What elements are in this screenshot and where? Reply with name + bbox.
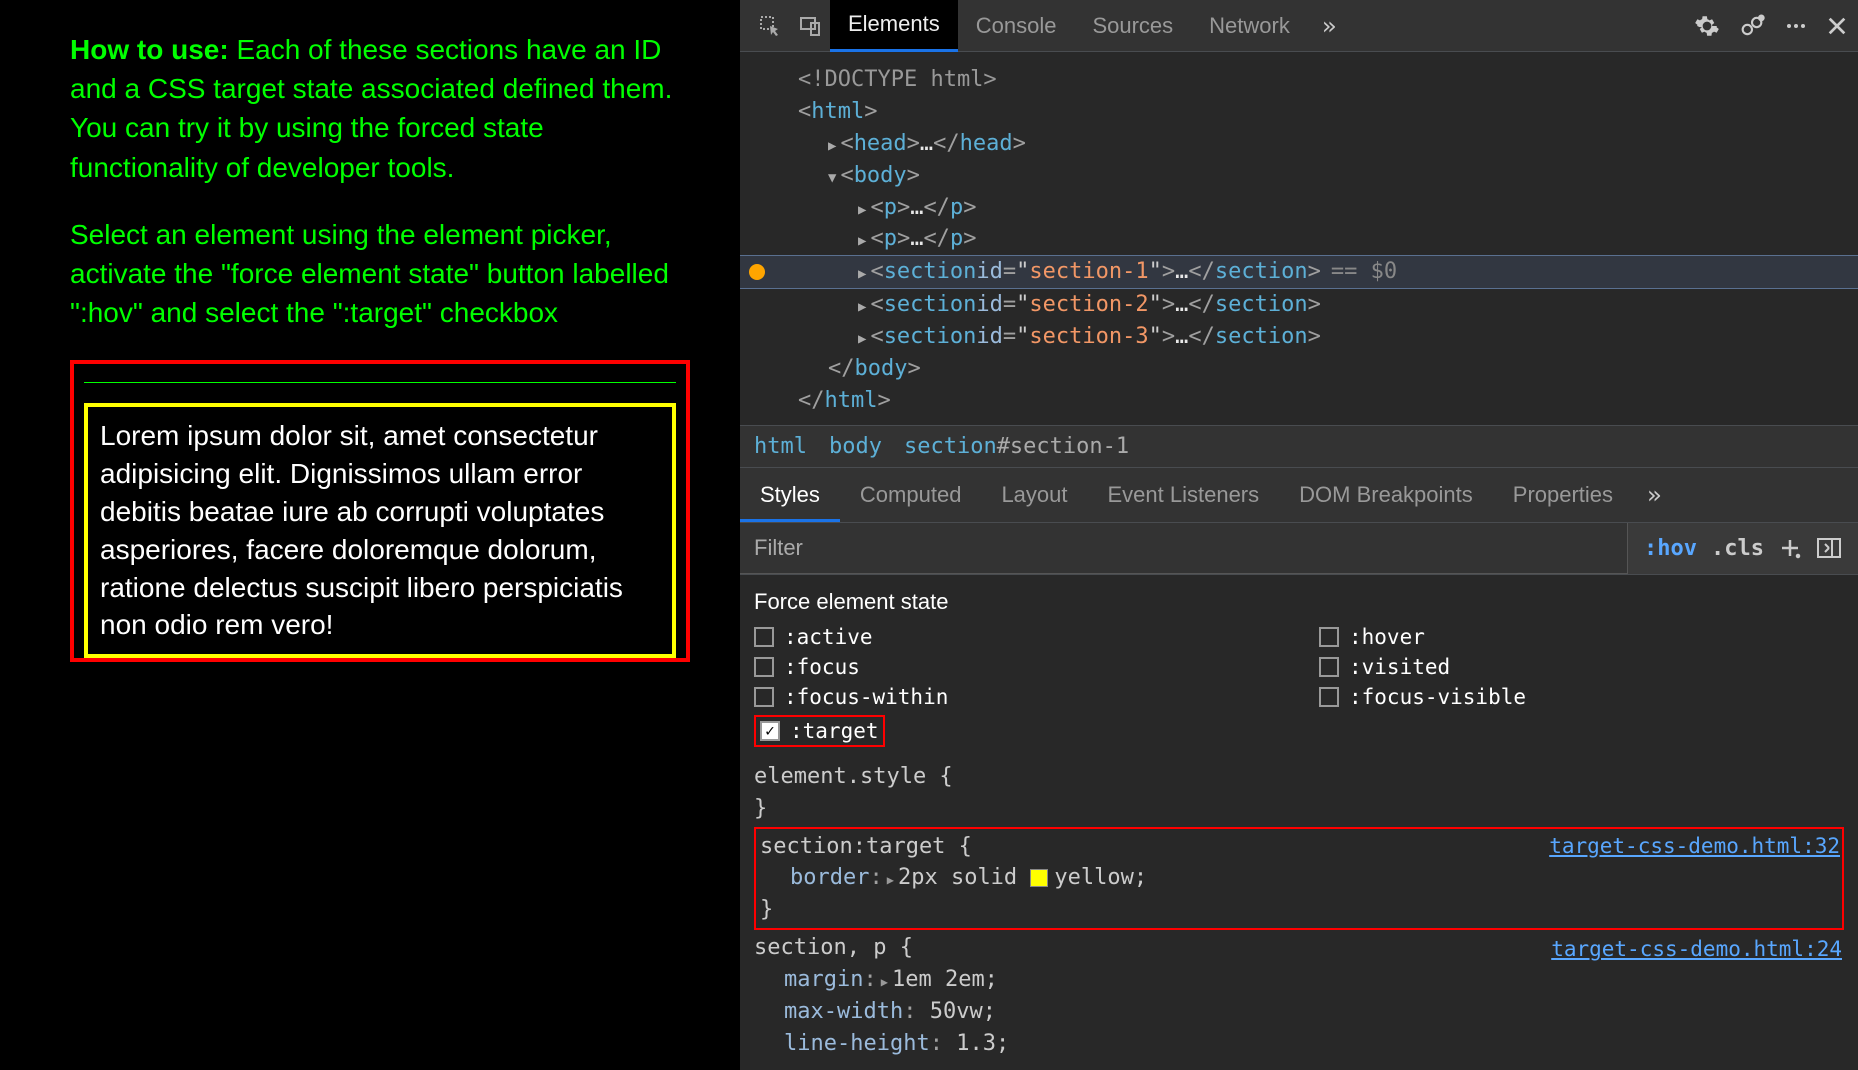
crumb-section[interactable]: section#section-1 (904, 434, 1129, 459)
inspect-element-icon[interactable] (750, 6, 790, 46)
dom-html-close[interactable]: </html> (740, 385, 1858, 417)
howto-paragraph: How to use: Each of these sections have … (70, 30, 690, 187)
dom-p1[interactable]: <p>…</p> (740, 192, 1858, 224)
toggle-element-state-hov[interactable]: :hov (1644, 536, 1697, 561)
devtools-header-right (1694, 12, 1848, 40)
checkbox-target-checked[interactable] (760, 721, 780, 741)
section-1-target-border: Lorem ipsum dolor sit, amet consectetur … (84, 403, 676, 658)
tab-console[interactable]: Console (958, 1, 1075, 51)
state-focus[interactable]: :focus (754, 655, 1279, 679)
dom-tree[interactable]: <!DOCTYPE html> <html> <head>…</head> <b… (740, 52, 1858, 425)
demo-page-panel: How to use: Each of these sections have … (0, 0, 740, 1070)
styles-filter-tools: :hov .cls (1628, 536, 1858, 561)
settings-gear-icon[interactable] (1694, 13, 1720, 39)
kebab-menu-icon[interactable] (1784, 14, 1808, 38)
section-target-rule-highlighted[interactable]: target-css-demo.html:32 section:target {… (754, 827, 1844, 931)
checkbox-visited[interactable] (1319, 657, 1339, 677)
state-focus-visible[interactable]: :focus-visible (1319, 685, 1844, 709)
dom-doctype[interactable]: <!DOCTYPE html> (740, 64, 1858, 96)
divider-line (84, 382, 676, 383)
styles-pane-tabs: Styles Computed Layout Event Listeners D… (740, 468, 1858, 523)
devtools-main-tabs: Elements Console Sources Network » (830, 0, 1350, 52)
device-toolbar-icon[interactable] (790, 6, 830, 46)
dom-body-close[interactable]: </body> (740, 353, 1858, 385)
state-focus-within[interactable]: :focus-within (754, 685, 1279, 709)
source-link-sectionp[interactable]: target-css-demo.html:24 (1551, 934, 1842, 964)
styles-rules-body: element.style { } target-css-demo.html:3… (740, 757, 1858, 1066)
tab-properties[interactable]: Properties (1493, 468, 1633, 522)
tab-styles[interactable]: Styles (740, 468, 840, 522)
computed-sidebar-toggle-icon[interactable] (1816, 536, 1842, 560)
whats-new-icon[interactable] (1738, 12, 1766, 40)
more-tabs-chevron-icon[interactable]: » (1308, 12, 1350, 40)
styles-filter-row: Filter :hov .cls (740, 523, 1858, 575)
dom-section-3[interactable]: <section id="section-3">…</section> (740, 321, 1858, 353)
tab-network[interactable]: Network (1191, 1, 1308, 51)
dom-body-open[interactable]: <body> (740, 160, 1858, 192)
source-link-target[interactable]: target-css-demo.html:32 (1549, 831, 1840, 861)
instructions-paragraph: Select an element using the element pick… (70, 215, 690, 333)
devtools-panel: Elements Console Sources Network » <!DOC… (740, 0, 1858, 1070)
checkbox-hover[interactable] (1319, 627, 1339, 647)
color-swatch-yellow[interactable] (1030, 869, 1048, 887)
red-annotation-box: Lorem ipsum dolor sit, amet consectetur … (70, 360, 690, 662)
force-element-state-panel: Force element state :active :hover :focu… (740, 575, 1858, 757)
crumb-body[interactable]: body (829, 434, 882, 459)
section-p-rule[interactable]: target-css-demo.html:24 section, p { mar… (754, 932, 1844, 1060)
dom-breadcrumb: html body section#section-1 (740, 425, 1858, 468)
element-classes-cls[interactable]: .cls (1711, 536, 1764, 561)
dom-section-2[interactable]: <section id="section-2">…</section> (740, 289, 1858, 321)
dom-html-open[interactable]: <html> (740, 96, 1858, 128)
tab-dom-breakpoints[interactable]: DOM Breakpoints (1279, 468, 1493, 522)
crumb-html[interactable]: html (754, 434, 807, 459)
styles-filter-input[interactable]: Filter (740, 523, 1628, 574)
dom-section-1-selected[interactable]: <section id="section-1">…</section> == $… (740, 255, 1858, 289)
tab-event-listeners[interactable]: Event Listeners (1088, 468, 1280, 522)
state-hover[interactable]: :hover (1319, 625, 1844, 649)
devtools-header: Elements Console Sources Network » (740, 0, 1858, 52)
force-state-grid: :active :hover :focus :visited :focus-wi… (754, 625, 1844, 747)
tab-elements[interactable]: Elements (830, 0, 958, 52)
close-devtools-icon[interactable] (1826, 15, 1848, 37)
dom-p2[interactable]: <p>…</p> (740, 223, 1858, 255)
dom-head[interactable]: <head>…</head> (740, 128, 1858, 160)
styles-more-chevron-icon[interactable]: » (1633, 481, 1675, 509)
state-visited[interactable]: :visited (1319, 655, 1844, 679)
forced-state-indicator-dot (749, 264, 765, 280)
tab-computed[interactable]: Computed (840, 468, 982, 522)
checkbox-focus-visible[interactable] (1319, 687, 1339, 707)
state-active[interactable]: :active (754, 625, 1279, 649)
new-style-rule-plus-icon[interactable] (1778, 536, 1802, 560)
checkbox-focus[interactable] (754, 657, 774, 677)
howto-label: How to use: (70, 34, 229, 65)
state-target-highlighted[interactable]: :target (754, 715, 885, 747)
tab-layout[interactable]: Layout (981, 468, 1087, 522)
element-style-rule[interactable]: element.style { } (754, 761, 1844, 825)
checkbox-focus-within[interactable] (754, 687, 774, 707)
tab-sources[interactable]: Sources (1074, 1, 1191, 51)
lorem-text: Lorem ipsum dolor sit, amet consectetur … (100, 417, 660, 644)
checkbox-active[interactable] (754, 627, 774, 647)
force-state-title: Force element state (754, 589, 1844, 615)
